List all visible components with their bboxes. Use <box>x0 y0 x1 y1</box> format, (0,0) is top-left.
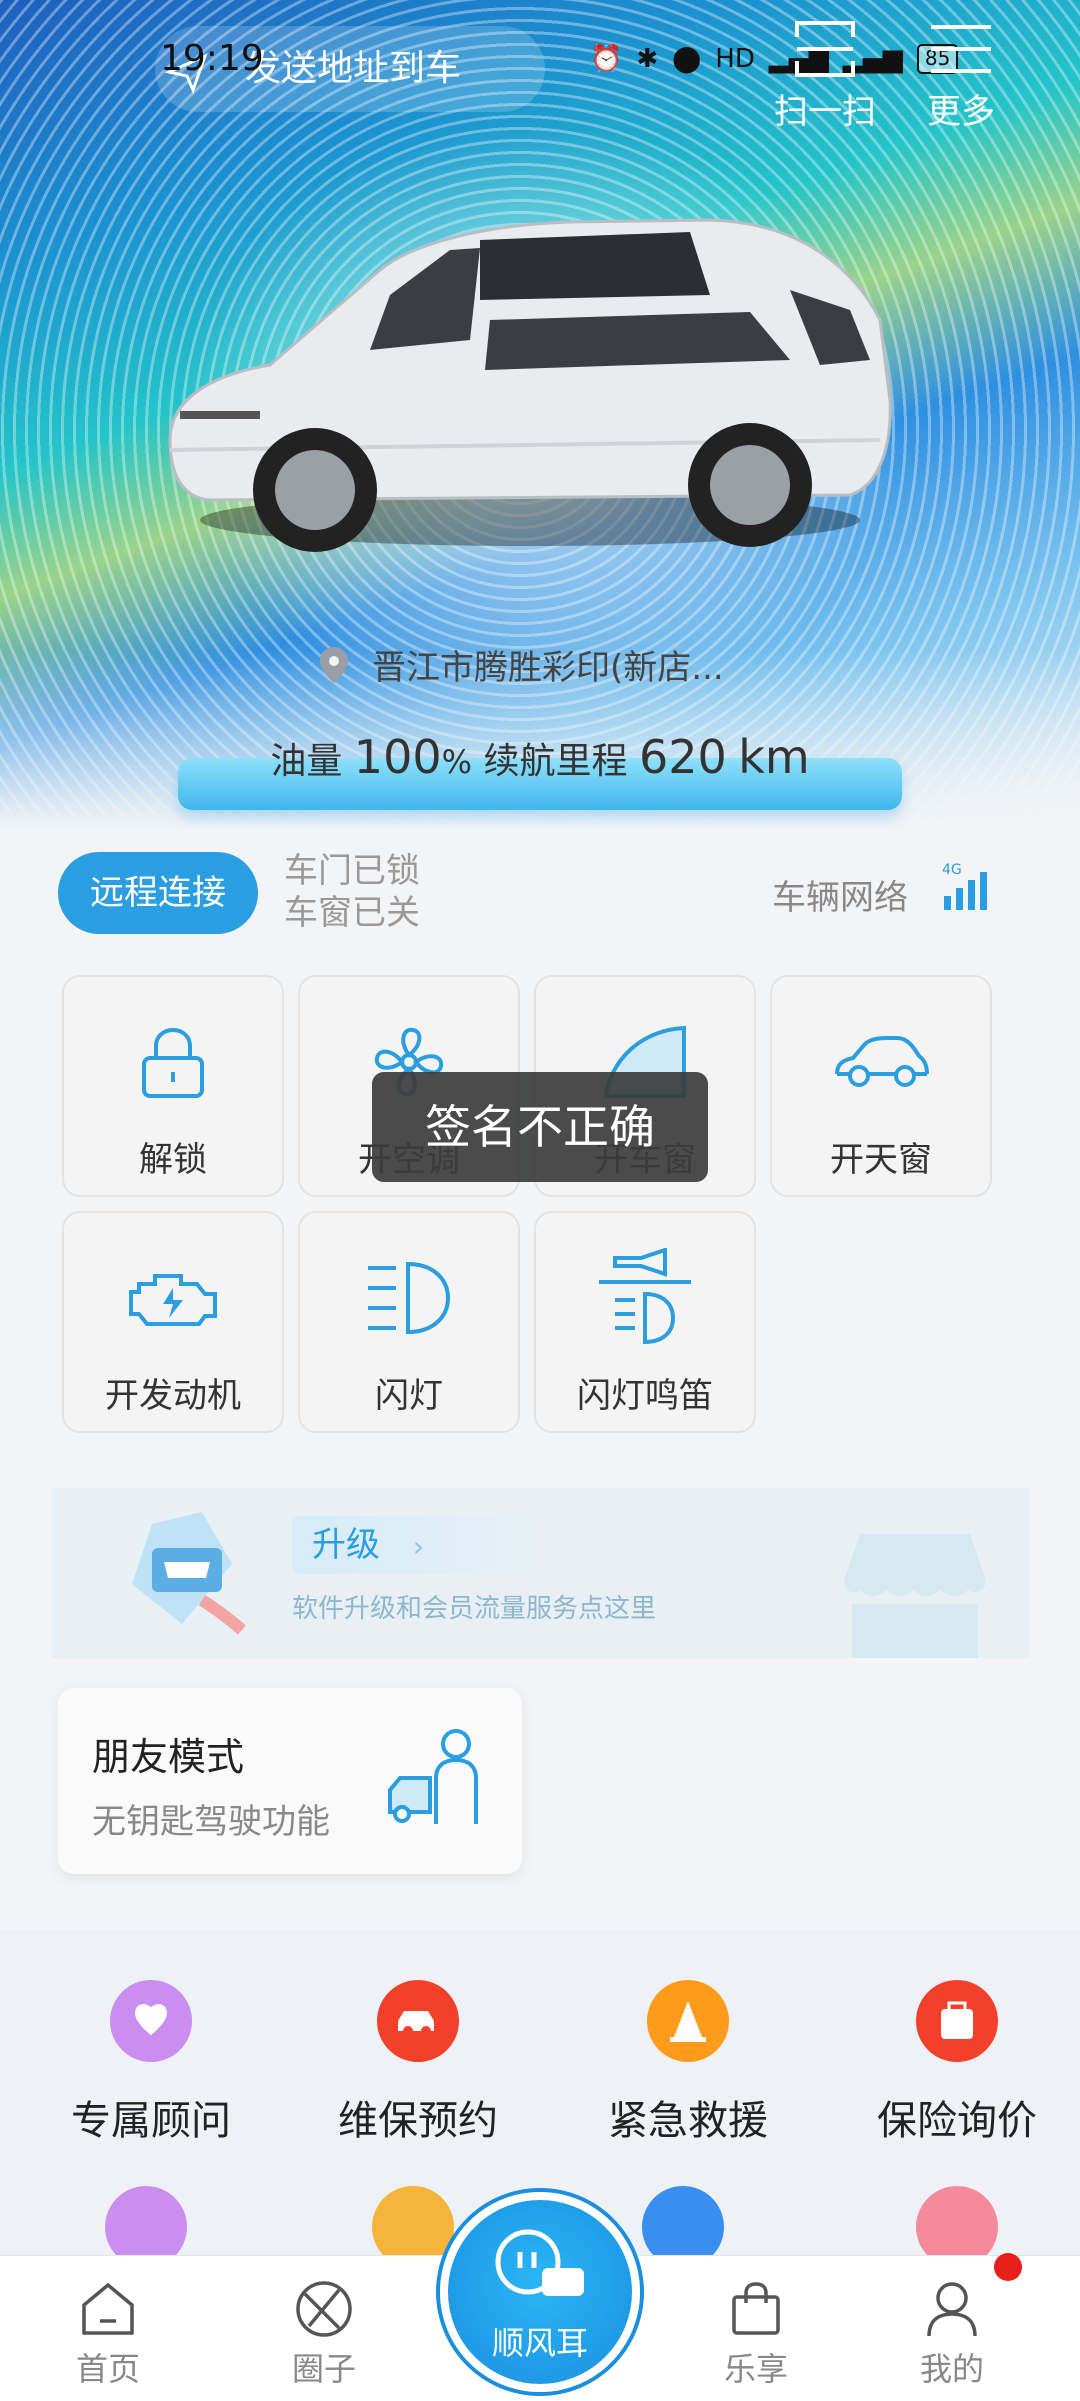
service-insurance[interactable]: 保险询价 <box>842 1980 1072 2146</box>
tab-mine-label: 我的 <box>919 2350 984 2388</box>
range-label: 续航里程 <box>483 741 628 782</box>
shopping-cart-icon <box>132 1512 246 1635</box>
upgrade-subtitle: 软件升级和会员流量服务点这里 <box>292 1594 657 1624</box>
tab-mine[interactable]: 我的 <box>882 2274 1022 2390</box>
aperture-icon <box>296 2281 352 2337</box>
fuel-label: 油量 <box>270 741 343 782</box>
network-label: 车辆网络 <box>772 878 908 918</box>
tab-circle[interactable]: 圈子 <box>254 2274 394 2390</box>
friend-mode-subtitle: 无钥匙驾驶功能 <box>92 1802 330 1842</box>
upgrade-banner[interactable]: 升级 › 软件升级和会员流量服务点这里 <box>52 1488 1030 1658</box>
flash-lights-label: 闪灯 <box>375 1376 443 1416</box>
tab-center-label: 顺风耳 <box>491 2324 588 2362</box>
scan-icon <box>795 21 855 77</box>
network-type: 4G <box>942 862 962 878</box>
tab-center-button[interactable]: 顺风耳 <box>440 2192 640 2392</box>
connection-row: 远程连接 车门已锁 车窗已关 车辆网络 4G <box>58 850 1018 934</box>
service-rescue-icon <box>647 1980 729 2062</box>
location-text: 晋江市腾胜彩印(新店... <box>372 648 724 688</box>
more-button[interactable]: 更多 <box>906 14 1016 133</box>
user-icon <box>927 2282 977 2337</box>
scan-label: 扫一扫 <box>774 92 876 132</box>
horn-icon <box>599 1248 691 1345</box>
lock-status: 车门已锁 车窗已关 <box>284 850 420 934</box>
headlight-icon <box>368 1261 451 1335</box>
window-status: 车窗已关 <box>284 893 420 933</box>
send-address-label: 发送地址到车 <box>245 48 462 89</box>
friend-mode-card[interactable]: 朋友模式 无钥匙驾驶功能 <box>58 1688 522 1874</box>
flash-horn-label: 闪灯鸣笛 <box>577 1376 713 1416</box>
car-image <box>168 218 892 552</box>
sunroof-button[interactable]: 开天窗 <box>770 975 992 1197</box>
store-icon <box>844 1534 986 1658</box>
lock-icon <box>142 1027 204 1098</box>
more-label: 更多 <box>927 92 995 132</box>
fuel-value: 100 <box>353 730 442 784</box>
alarm-icon: ⏰ <box>590 44 623 74</box>
notification-dot <box>994 2253 1022 2281</box>
engine-button[interactable]: 开发动机 <box>62 1211 284 1433</box>
service-advisor-label: 专属顾问 <box>71 2098 231 2144</box>
door-status: 车门已锁 <box>284 851 420 891</box>
service-insurance-label: 保险询价 <box>877 2098 1037 2144</box>
fuel-range-readout: 油量 100% 续航里程 620 km <box>0 730 1080 784</box>
upgrade-title: 升级 <box>312 1525 380 1565</box>
unlock-label: 解锁 <box>139 1140 207 1180</box>
hd-icon: HD <box>715 44 755 74</box>
range-value: 620 <box>638 730 727 784</box>
tab-shop[interactable]: 乐享 <box>686 2274 826 2390</box>
engine-label: 开发动机 <box>105 1376 241 1416</box>
chevron-right-icon: › <box>412 1530 425 1563</box>
shopping-bag-icon <box>732 2282 780 2335</box>
vehicle-location[interactable]: 晋江市腾胜彩印(新店... <box>320 640 724 689</box>
menu-icon <box>931 25 991 73</box>
flash-horn-button[interactable]: 闪灯鸣笛 <box>534 1211 756 1433</box>
service-rescue[interactable]: 紧急救援 <box>573 1980 803 2146</box>
tab-circle-label: 圈子 <box>291 2350 356 2388</box>
unlock-button[interactable]: 解锁 <box>62 975 284 1197</box>
range-unit: km <box>738 730 810 784</box>
scan-button[interactable]: 扫一扫 <box>770 14 880 133</box>
tab-shop-label: 乐享 <box>723 2350 788 2388</box>
tab-home-label: 首页 <box>75 2350 140 2388</box>
service-rescue-label: 紧急救援 <box>608 2098 768 2144</box>
network-signal-icon: 4G <box>942 862 987 910</box>
home-icon <box>82 2282 134 2335</box>
location-pin-icon: ⬤ <box>672 44 702 74</box>
service-advisor[interactable]: 专属顾问 <box>36 1980 266 2146</box>
service-advisor-icon <box>110 1980 192 2062</box>
car-icon <box>835 1036 929 1087</box>
upgrade-badge: 升级 › <box>292 1516 542 1574</box>
service-maintenance-icon <box>377 1980 459 2062</box>
friend-mode-title: 朋友模式 <box>92 1735 245 1779</box>
remote-connect-button[interactable]: 远程连接 <box>58 852 258 934</box>
status-time: 19:19 <box>160 38 264 79</box>
chat-bubbles-icon <box>495 2229 584 2296</box>
sunroof-label: 开天窗 <box>830 1140 932 1180</box>
service-maintenance-label: 维保预约 <box>338 2098 498 2144</box>
service-maintenance[interactable]: 维保预约 <box>303 1980 533 2146</box>
location-pin-icon <box>320 646 348 683</box>
engine-icon <box>129 1274 217 1326</box>
tab-home[interactable]: 首页 <box>38 2274 178 2390</box>
bluetooth-icon: ✱ <box>636 44 659 74</box>
friend-driver-icon <box>388 1729 478 1824</box>
toast-message: 签名不正确 <box>372 1072 708 1182</box>
fuel-unit: % <box>441 743 473 781</box>
service-insurance-icon <box>916 1980 998 2062</box>
flash-lights-button[interactable]: 闪灯 <box>298 1211 520 1433</box>
